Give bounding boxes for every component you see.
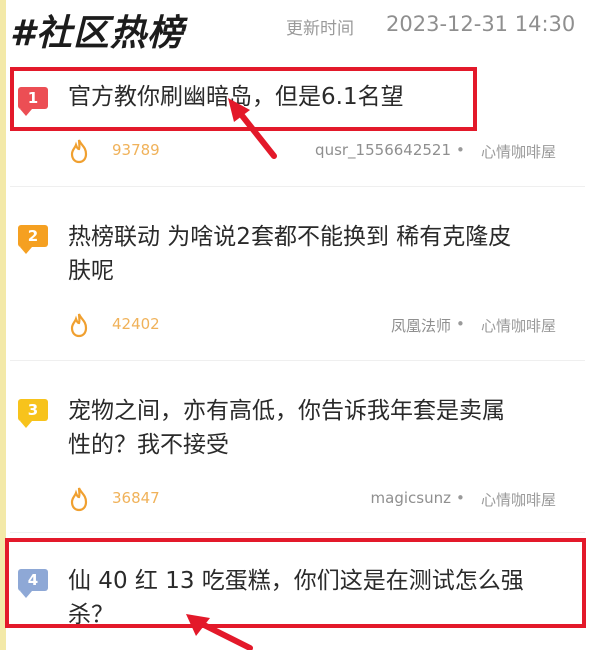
heat-count: 93789: [112, 141, 160, 159]
flame-icon: [70, 313, 88, 338]
item-meta: 36847 magicsunz • 心情咖啡屋: [0, 486, 593, 514]
author-name[interactable]: 凤凰法师: [391, 315, 451, 336]
rank-badge-tail: [20, 421, 32, 428]
page-title: #社区热榜: [10, 13, 185, 54]
author-name[interactable]: magicsunz: [371, 489, 451, 507]
author-name[interactable]: qusr_1556642521: [315, 141, 451, 159]
source-name[interactable]: 心情咖啡屋: [481, 489, 556, 510]
heat-count: 36847: [112, 489, 160, 507]
separator-dot: •: [456, 315, 465, 333]
flame-icon: [70, 487, 88, 512]
item-meta: 93789 qusr_1556642521 • 心情咖啡屋: [0, 138, 593, 166]
heat-count: 42402: [112, 315, 160, 333]
annotation-arrow-bottom: [186, 614, 253, 650]
annotation-arrow-top: [228, 98, 277, 159]
annotation-box-item-4: [5, 538, 586, 628]
item-title[interactable]: 热榜联动 为啥说2套都不能换到 稀有克隆皮 肤呢: [68, 220, 568, 288]
source-name[interactable]: 心情咖啡屋: [481, 315, 556, 336]
divider: [10, 532, 585, 533]
item-meta: 42402 凤凰法师 • 心情咖啡屋: [0, 312, 593, 340]
separator-dot: •: [456, 489, 465, 507]
rank-badge-tail: [20, 247, 32, 254]
rank-badge: 2: [18, 225, 48, 247]
update-time-value: 2023-12-31 14:30: [386, 12, 576, 36]
divider: [10, 186, 585, 187]
source-name[interactable]: 心情咖啡屋: [481, 141, 556, 162]
rank-badge: 3: [18, 399, 48, 421]
divider: [10, 360, 585, 361]
separator-dot: •: [456, 141, 465, 159]
header: #社区热榜 更新时间 2023-12-31 14:30: [0, 0, 593, 54]
update-time-label: 更新时间: [286, 19, 354, 39]
item-title[interactable]: 宠物之间，亦有高低，你告诉我年套是卖属 性的？我不接受: [68, 394, 568, 462]
flame-icon: [70, 139, 88, 164]
